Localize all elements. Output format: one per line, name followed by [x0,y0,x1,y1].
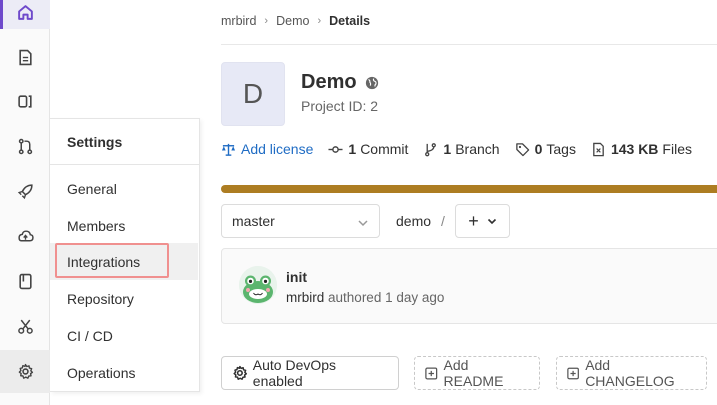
path-separator: / [441,213,445,229]
settings-item-operations[interactable]: Operations [50,354,198,391]
last-commit-panel: init mrbird authored 1 day ago [221,248,717,324]
commits-label: Commit [360,141,409,157]
files-stat[interactable]: 143 KB Files [591,141,692,157]
cloud-icon [17,229,34,241]
document-icon [18,49,32,65]
add-readme-button[interactable]: Add README [414,356,540,390]
tags-count: 0 [534,141,543,157]
sidebar-item-issues[interactable] [0,84,50,118]
project-name: Demo [301,71,357,93]
sidebar-item-project-overview[interactable] [0,0,50,29]
sidebar-item-wiki[interactable] [0,264,50,298]
settings-item-members[interactable]: Members [50,207,198,244]
repository-language-bar [221,185,717,193]
project-stats: Add license 1 Commit 1 Branch 0 Tags 143… [221,141,707,157]
repo-path-root[interactable]: demo [396,213,431,229]
breadcrumb-item-current[interactable]: Details [329,14,370,28]
settings-item-general[interactable]: General [50,170,198,207]
plus-square-icon [425,367,438,379]
files-size: 143 KB [610,141,659,157]
add-changelog-button[interactable]: Add CHANGELOG [556,356,707,390]
branch-select-value: master [232,213,275,229]
merge-request-icon [18,138,32,154]
commits-count: 1 [348,141,357,157]
settings-item-ci-cd[interactable]: CI / CD [50,317,198,354]
breadcrumb-item-project[interactable]: Demo [276,14,309,28]
breadcrumb: mrbird › Demo › Details [221,14,370,28]
auto-devops-label: Auto DevOps enabled [252,357,337,389]
sidebar-item-operations[interactable] [0,219,50,253]
tags-stat[interactable]: 0 Tags [515,141,576,157]
add-to-tree-dropdown[interactable]: + [455,204,510,238]
scale-icon [221,143,236,156]
files-label: Files [662,141,692,157]
commit-time: authored 1 day ago [328,290,445,305]
globe-icon [365,76,378,89]
branches-count: 1 [443,141,452,157]
chevron-down-icon [358,220,368,227]
left-sidebar [0,0,50,405]
add-license-link[interactable]: Add license [221,141,313,157]
divider [221,44,717,45]
branch-icon [425,142,437,156]
add-changelog-label: Add CHANGELOG [585,357,675,389]
chevron-right-icon: › [317,15,322,27]
rocket-icon [17,183,33,199]
commit-title[interactable]: init [286,269,307,285]
breadcrumb-item-group[interactable]: mrbird [221,14,256,28]
settings-menu-title: Settings [67,134,123,150]
sidebar-item-snippets[interactable] [0,309,50,343]
plus-icon: + [468,211,479,231]
book-icon [18,273,32,289]
settings-flyout-menu: Settings General Members Integrations Re… [50,118,200,392]
gear-icon [18,363,33,379]
sidebar-item-ci-cd[interactable] [0,174,50,208]
divider [50,164,199,165]
commit-icon [328,145,343,153]
settings-item-repository[interactable]: Repository [50,280,198,317]
chevron-down-icon [487,218,496,225]
frog-avatar-icon [239,266,277,304]
chevron-right-icon: › [264,15,269,27]
add-readme-label: Add README [443,357,504,389]
commit-meta: mrbird authored 1 day ago [286,290,444,305]
avatar[interactable] [239,266,277,304]
project-title: Demo [301,71,379,94]
branches-stat[interactable]: 1 Branch [423,141,500,157]
sidebar-item-repository[interactable] [0,40,50,74]
sidebar-item-merge-requests[interactable] [0,129,50,163]
plus-square-icon [567,367,579,379]
gear-icon [233,365,248,380]
tags-label: Tags [546,141,576,157]
file-icon [593,142,604,156]
branches-label: Branch [455,141,500,157]
project-avatar: D [221,62,285,126]
tag-icon [515,142,529,156]
branch-select[interactable]: master [221,204,380,238]
sidebar-item-settings[interactable] [0,350,50,393]
issues-icon [17,94,32,108]
auto-devops-button[interactable]: Auto DevOps enabled [221,356,399,390]
project-id: Project ID: 2 [301,98,379,114]
settings-item-integrations[interactable]: Integrations [50,243,198,280]
commit-author[interactable]: mrbird [286,290,324,305]
commits-stat[interactable]: 1 Commit [328,141,408,157]
scissors-icon [17,319,33,334]
home-icon [17,4,33,20]
add-license-label: Add license [241,141,314,157]
